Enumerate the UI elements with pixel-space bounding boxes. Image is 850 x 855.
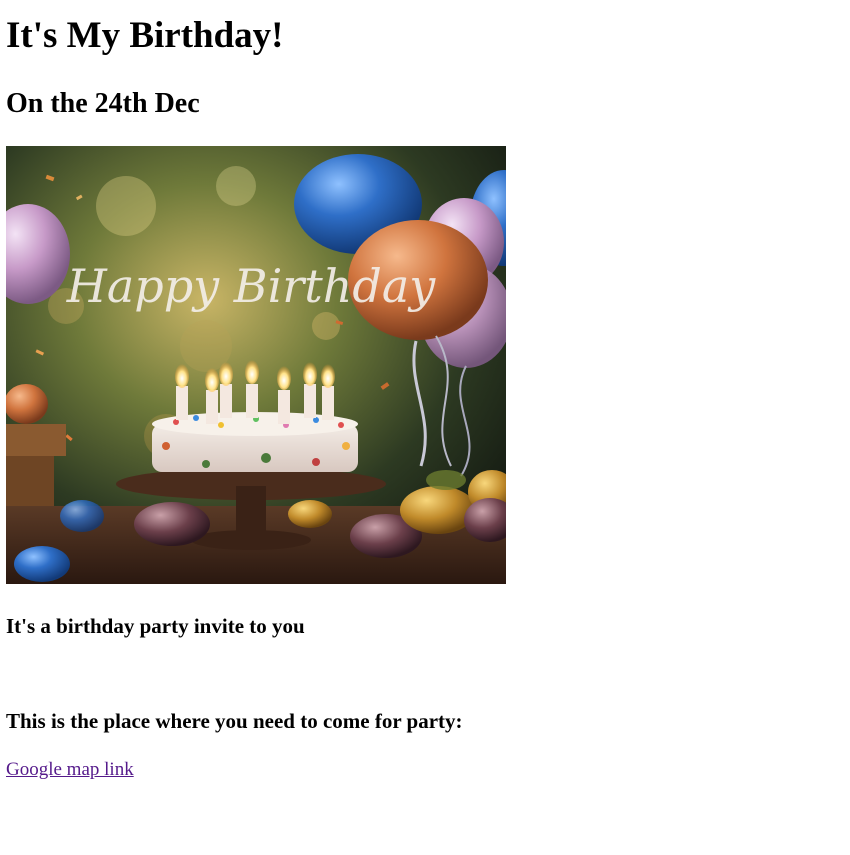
page-title: It's My Birthday! xyxy=(6,15,284,56)
invite-text: It's a birthday party invite to you xyxy=(6,614,305,638)
happy-birthday-overlay: Happy Birthday xyxy=(66,259,437,313)
place-text: This is the place where you need to come… xyxy=(6,709,463,733)
page: It's My Birthday! On the 24th Dec Happy … xyxy=(0,0,850,855)
date-subtitle: On the 24th Dec xyxy=(6,88,200,119)
google-map-link[interactable]: Google map link xyxy=(6,758,134,782)
birthday-cake-image: Happy Birthday xyxy=(6,146,506,584)
